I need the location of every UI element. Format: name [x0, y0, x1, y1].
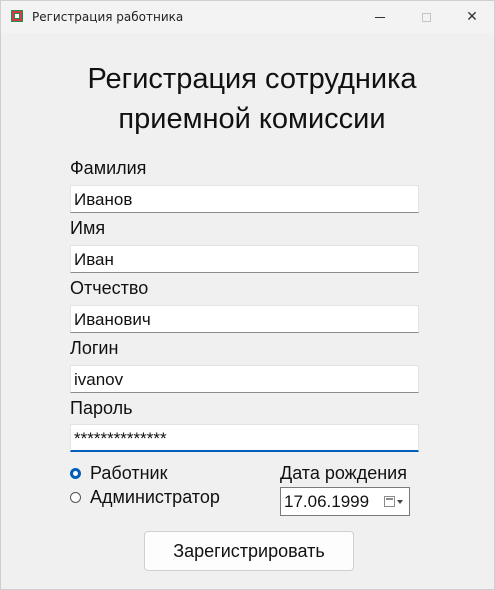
maximize-icon — [421, 12, 431, 22]
birth-date-picker[interactable]: 17.06.1999 — [280, 487, 410, 516]
app-icon — [11, 10, 23, 22]
title-bar: Регистрация работника ✕ — [1, 1, 494, 33]
role-employee-label: Работник — [90, 463, 168, 483]
birth-date-value: 17.06.1999 — [284, 491, 370, 511]
role-admin-label: Администратор — [90, 487, 220, 507]
page-title-line-1: Регистрация сотрудника — [87, 63, 417, 95]
login-input[interactable]: ivanov — [70, 365, 419, 393]
page-title: Регистрация сотрудника приемной комиссии — [1, 59, 494, 139]
radio-unchecked-icon[interactable] — [70, 492, 81, 503]
chevron-down-icon[interactable] — [397, 500, 403, 504]
minimize-button[interactable] — [357, 1, 403, 33]
first-name-label: Имя — [70, 218, 106, 238]
maximize-button — [403, 1, 449, 33]
surname-input[interactable]: Иванов — [70, 185, 419, 213]
radio-checked-icon[interactable] — [70, 468, 81, 479]
minimize-icon — [375, 16, 385, 18]
birth-date-label: Дата рождения — [280, 463, 407, 483]
close-button[interactable]: ✕ — [449, 1, 494, 33]
surname-label: Фамилия — [70, 158, 147, 178]
first-name-input[interactable]: Иван — [70, 245, 419, 273]
patronymic-input[interactable]: Иванович — [70, 305, 419, 333]
password-label: Пароль — [70, 398, 133, 418]
registration-window: Регистрация работника ✕ Регистрация сотр… — [0, 0, 495, 590]
patronymic-label: Отчество — [70, 278, 149, 298]
calendar-icon[interactable] — [384, 496, 395, 507]
register-button[interactable]: Зарегистрировать — [144, 531, 354, 571]
role-radio-employee[interactable]: Работник — [70, 463, 167, 484]
close-icon: ✕ — [466, 9, 478, 25]
role-radio-admin[interactable]: Администратор — [70, 487, 220, 508]
window-title: Регистрация работника — [32, 10, 184, 24]
login-label: Логин — [70, 338, 119, 358]
password-input[interactable]: ************** — [70, 424, 419, 452]
page-title-line-2: приемной комиссии — [118, 103, 386, 135]
